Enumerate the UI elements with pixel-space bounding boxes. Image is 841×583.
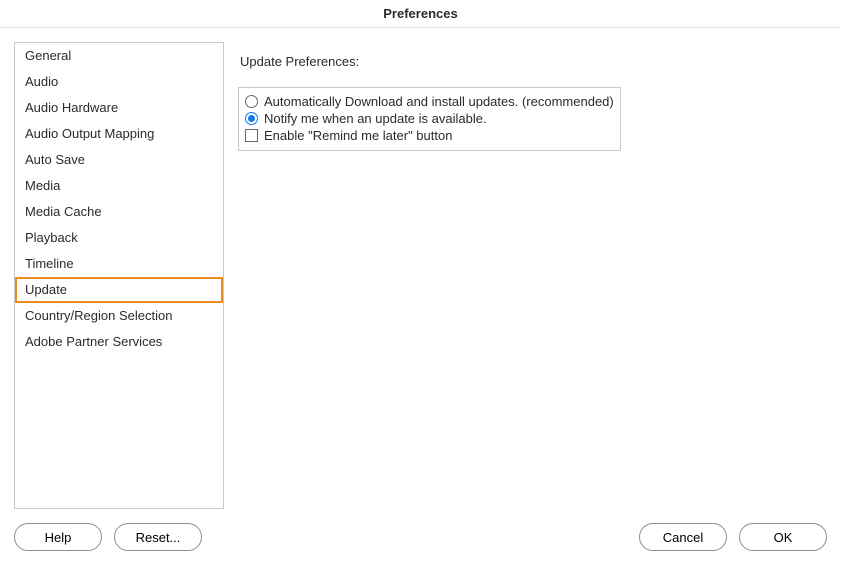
sidebar-item-general[interactable]: General xyxy=(15,43,223,69)
preferences-sidebar: General Audio Audio Hardware Audio Output M… xyxy=(14,42,224,509)
sidebar-item-label: Playback xyxy=(25,230,78,245)
sidebar-item-media[interactable]: Media xyxy=(15,173,223,199)
reset-button[interactable]: Reset... xyxy=(114,523,202,551)
update-options-box: Automatically Download and install updat… xyxy=(238,87,621,151)
sidebar-item-label: Audio Output Mapping xyxy=(25,126,154,141)
dialog-content: General Audio Audio Hardware Audio Output M… xyxy=(0,28,841,523)
sidebar-item-label: Media Cache xyxy=(25,204,102,219)
sidebar-item-label: Audio xyxy=(25,74,58,89)
sidebar-item-audio[interactable]: Audio xyxy=(15,69,223,95)
preferences-main: Update Preferences: Automatically Downlo… xyxy=(238,42,827,509)
section-title: Update Preferences: xyxy=(240,54,827,69)
dialog-title: Preferences xyxy=(0,0,841,28)
radio-icon xyxy=(245,112,258,125)
sidebar-item-timeline[interactable]: Timeline xyxy=(15,251,223,277)
sidebar-item-adobe-partner-services[interactable]: Adobe Partner Services xyxy=(15,329,223,355)
update-radio-1[interactable]: Notify me when an update is available. xyxy=(245,110,614,127)
sidebar-item-audio-hardware[interactable]: Audio Hardware xyxy=(15,95,223,121)
ok-button[interactable]: OK xyxy=(739,523,827,551)
sidebar-item-label: Media xyxy=(25,178,60,193)
option-label: Notify me when an update is available. xyxy=(264,111,487,126)
sidebar-item-label: Adobe Partner Services xyxy=(25,334,162,349)
sidebar-item-label: General xyxy=(25,48,71,63)
sidebar-item-country-region-selection[interactable]: Country/Region Selection xyxy=(15,303,223,329)
sidebar-item-label: Audio Hardware xyxy=(25,100,118,115)
sidebar-item-media-cache[interactable]: Media Cache xyxy=(15,199,223,225)
sidebar-item-label: Country/Region Selection xyxy=(25,308,172,323)
option-label: Enable "Remind me later" button xyxy=(264,128,452,143)
dialog-footer: Help Reset... Cancel OK xyxy=(0,523,841,565)
option-label: Automatically Download and install updat… xyxy=(264,94,614,109)
sidebar-item-update[interactable]: Update xyxy=(15,277,223,303)
cancel-button[interactable]: Cancel xyxy=(639,523,727,551)
update-checkbox-2[interactable]: Enable "Remind me later" button xyxy=(245,127,614,144)
sidebar-item-auto-save[interactable]: Auto Save xyxy=(15,147,223,173)
radio-icon xyxy=(245,95,258,108)
sidebar-item-label: Timeline xyxy=(25,256,74,271)
sidebar-item-playback[interactable]: Playback xyxy=(15,225,223,251)
checkbox-icon xyxy=(245,129,258,142)
sidebar-item-audio-output-mapping[interactable]: Audio Output Mapping xyxy=(15,121,223,147)
sidebar-item-label: Update xyxy=(25,282,67,297)
sidebar-item-label: Auto Save xyxy=(25,152,85,167)
help-button[interactable]: Help xyxy=(14,523,102,551)
update-radio-0[interactable]: Automatically Download and install updat… xyxy=(245,93,614,110)
